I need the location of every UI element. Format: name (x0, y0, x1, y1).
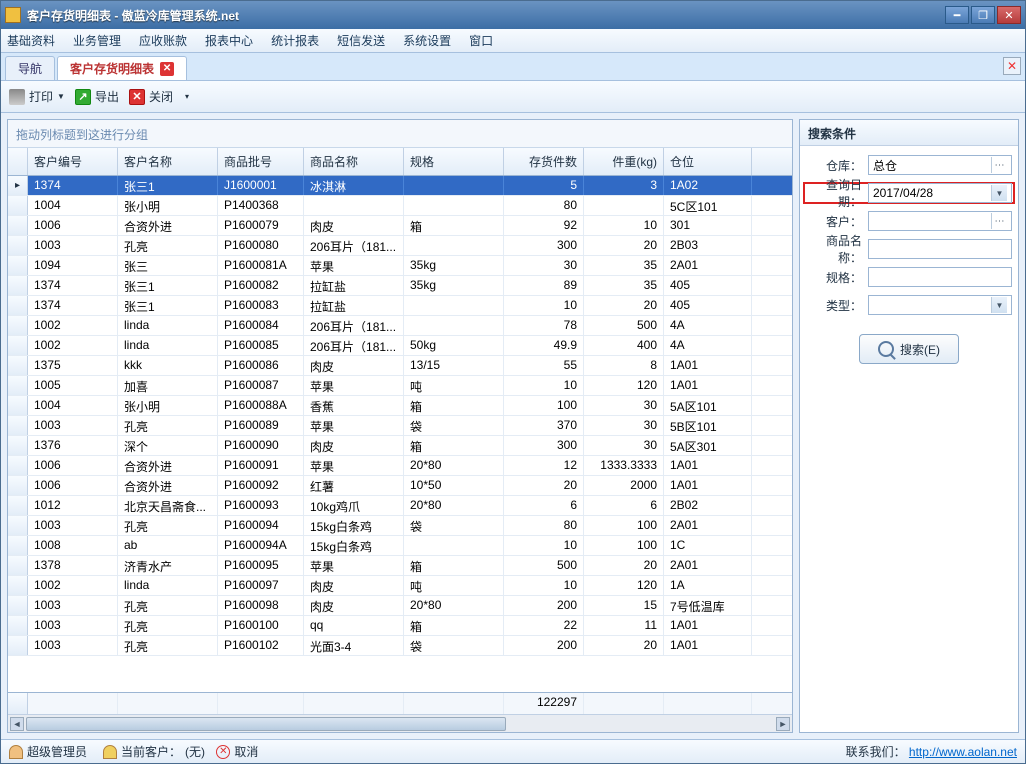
horizontal-scrollbar[interactable]: ◄ ► (8, 714, 792, 732)
table-row[interactable]: 1005加喜P1600087苹果吨101201A01 (8, 376, 792, 396)
close-icon: ✕ (129, 89, 145, 105)
col-weight[interactable]: 件重(kg) (584, 148, 664, 175)
col-customer-id[interactable]: 客户编号 (28, 148, 118, 175)
menu-sms[interactable]: 短信发送 (337, 32, 385, 49)
data-grid: 拖动列标题到这进行分组 客户编号 客户名称 商品批号 商品名称 规格 存货件数 … (7, 119, 793, 733)
group-hint[interactable]: 拖动列标题到这进行分组 (8, 120, 792, 148)
toolbar: 打印 ▼ ↗ 导出 ✕ 关闭 ▾ (1, 81, 1025, 113)
table-row[interactable]: 1008abP1600094A15kg白条鸡101001C (8, 536, 792, 556)
title-bar: 客户存货明细表 - 傲蓝冷库管理系统.net ━ ❐ ✕ (1, 1, 1025, 29)
website-link[interactable]: http://www.aolan.net (909, 745, 1017, 759)
print-button[interactable]: 打印 ▼ (9, 88, 65, 105)
user-icon (9, 745, 23, 759)
date-input[interactable]: 2017/04/28 ▼ (868, 183, 1012, 203)
warehouse-label: 仓库： (806, 157, 868, 174)
tab-inventory-detail[interactable]: 客户存货明细表 ✕ (57, 56, 187, 80)
current-customer: 当前客户： (无) ✕ 取消 (103, 743, 258, 760)
table-row[interactable]: 1006合资外进P1600079肉皮箱9210301 (8, 216, 792, 236)
table-row[interactable]: 1003孔亮P1600089苹果袋370305B区101 (8, 416, 792, 436)
menu-report[interactable]: 报表中心 (205, 32, 253, 49)
export-button[interactable]: ↗ 导出 (75, 88, 119, 105)
col-customer-name[interactable]: 客户名称 (118, 148, 218, 175)
product-label: 商品名称： (806, 232, 868, 266)
search-button[interactable]: 搜索(E) (859, 334, 959, 364)
app-icon (5, 7, 21, 23)
grid-body[interactable]: ▸1374张三1J1600001冰淇淋531A021004张小明P1400368… (8, 176, 792, 692)
table-row[interactable]: 1003孔亮P1600080206耳片（181...300202B03 (8, 236, 792, 256)
table-row[interactable]: 1006合资外进P1600091苹果20*80121333.33331A01 (8, 456, 792, 476)
table-row[interactable]: 1374张三1P1600083拉缸盐1020405 (8, 296, 792, 316)
col-location[interactable]: 仓位 (664, 148, 752, 175)
table-row[interactable]: 1003孔亮P1600098肉皮20*80200157号低温库 (8, 596, 792, 616)
menu-receivable[interactable]: 应收账款 (139, 32, 187, 49)
type-label: 类型： (806, 297, 868, 314)
print-icon (9, 89, 25, 105)
spec-label: 规格： (806, 269, 868, 286)
product-input[interactable] (868, 239, 1012, 259)
chevron-down-icon[interactable]: ▼ (991, 185, 1007, 201)
scroll-right-icon[interactable]: ► (776, 717, 790, 731)
customer-icon (103, 745, 117, 759)
table-row[interactable]: 1375kkkP1600086肉皮13/155581A01 (8, 356, 792, 376)
close-button[interactable]: ✕ 关闭 (129, 88, 173, 105)
export-icon: ↗ (75, 89, 91, 105)
scroll-thumb[interactable] (26, 717, 506, 731)
table-row[interactable]: 1002lindaP1600084206耳片（181...785004A (8, 316, 792, 336)
table-row[interactable]: 1002lindaP1600097肉皮吨101201A (8, 576, 792, 596)
table-row[interactable]: 1004张小明P1600088A香蕉箱100305A区101 (8, 396, 792, 416)
scroll-left-icon[interactable]: ◄ (10, 717, 24, 731)
toolbar-overflow-icon[interactable]: ▾ (183, 89, 191, 105)
menu-window[interactable]: 窗口 (469, 32, 493, 49)
grid-header: 客户编号 客户名称 商品批号 商品名称 规格 存货件数 件重(kg) 仓位 (8, 148, 792, 176)
menu-bar: 基础资料 业务管理 应收账款 报表中心 统计报表 短信发送 系统设置 窗口 (1, 29, 1025, 53)
col-spec[interactable]: 规格 (404, 148, 504, 175)
table-row[interactable]: 1003孔亮P160009415kg白条鸡袋801002A01 (8, 516, 792, 536)
col-product[interactable]: 商品名称 (304, 148, 404, 175)
tab-nav[interactable]: 导航 (5, 56, 55, 80)
contact-link: 联系我们： http://www.aolan.net (846, 743, 1017, 760)
window-title: 客户存货明细表 - 傲蓝冷库管理系统.net (27, 7, 945, 24)
status-bar: 超级管理员 当前客户： (无) ✕ 取消 联系我们： http://www.ao… (1, 739, 1025, 763)
chevron-down-icon[interactable]: ▼ (991, 297, 1007, 313)
col-batch[interactable]: 商品批号 (218, 148, 304, 175)
menu-base[interactable]: 基础资料 (7, 32, 55, 49)
table-row[interactable]: 1376深个P1600090肉皮箱300305A区301 (8, 436, 792, 456)
search-title: 搜索条件 (800, 120, 1018, 146)
table-row[interactable]: 1003孔亮P1600100qq箱22111A01 (8, 616, 792, 636)
table-row[interactable]: 1002lindaP1600085206耳片（181...50kg49.9400… (8, 336, 792, 356)
cancel-icon[interactable]: ✕ (216, 745, 230, 759)
spec-input[interactable] (868, 267, 1012, 287)
tab-bar: 导航 客户存货明细表 ✕ ✕ (1, 53, 1025, 81)
close-tab-icon[interactable]: ✕ (160, 62, 174, 76)
search-panel: 搜索条件 仓库： 总仓 ⋯ 查询日期： 2017/04/28 ▼ (799, 119, 1019, 733)
table-row[interactable]: 1374张三1P1600082拉缸盐35kg8935405 (8, 276, 792, 296)
table-row[interactable]: 1006合资外进P1600092红薯10*502020001A01 (8, 476, 792, 496)
customer-input[interactable]: ⋯ (868, 211, 1012, 231)
minimize-button[interactable]: ━ (945, 6, 969, 24)
maximize-button[interactable]: ❐ (971, 6, 995, 24)
ellipsis-icon[interactable]: ⋯ (991, 213, 1007, 229)
warehouse-input[interactable]: 总仓 ⋯ (868, 155, 1012, 175)
table-row[interactable]: 1012北京天昌斋食...P160009310kg鸡爪20*80662B02 (8, 496, 792, 516)
table-row[interactable]: 1094张三P1600081A苹果35kg30352A01 (8, 256, 792, 276)
summary-row: 122297 (8, 692, 792, 714)
table-row[interactable]: 1003孔亮P1600102光面3-4袋200201A01 (8, 636, 792, 656)
customer-label: 客户： (806, 213, 868, 230)
sum-qty: 122297 (504, 693, 584, 714)
menu-business[interactable]: 业务管理 (73, 32, 121, 49)
search-icon (878, 341, 894, 357)
menu-stats[interactable]: 统计报表 (271, 32, 319, 49)
type-input[interactable]: ▼ (868, 295, 1012, 315)
ellipsis-icon[interactable]: ⋯ (991, 157, 1007, 173)
close-window-button[interactable]: ✕ (997, 6, 1021, 24)
table-row[interactable]: ▸1374张三1J1600001冰淇淋531A02 (8, 176, 792, 196)
table-row[interactable]: 1378济青水产P1600095苹果箱500202A01 (8, 556, 792, 576)
date-label: 查询日期： (806, 176, 868, 210)
chevron-down-icon[interactable]: ▼ (57, 89, 65, 105)
menu-settings[interactable]: 系统设置 (403, 32, 451, 49)
table-row[interactable]: 1004张小明P1400368805C区101 (8, 196, 792, 216)
current-user: 超级管理员 (9, 743, 87, 760)
tabbar-close-icon[interactable]: ✕ (1003, 57, 1021, 75)
col-qty[interactable]: 存货件数 (504, 148, 584, 175)
